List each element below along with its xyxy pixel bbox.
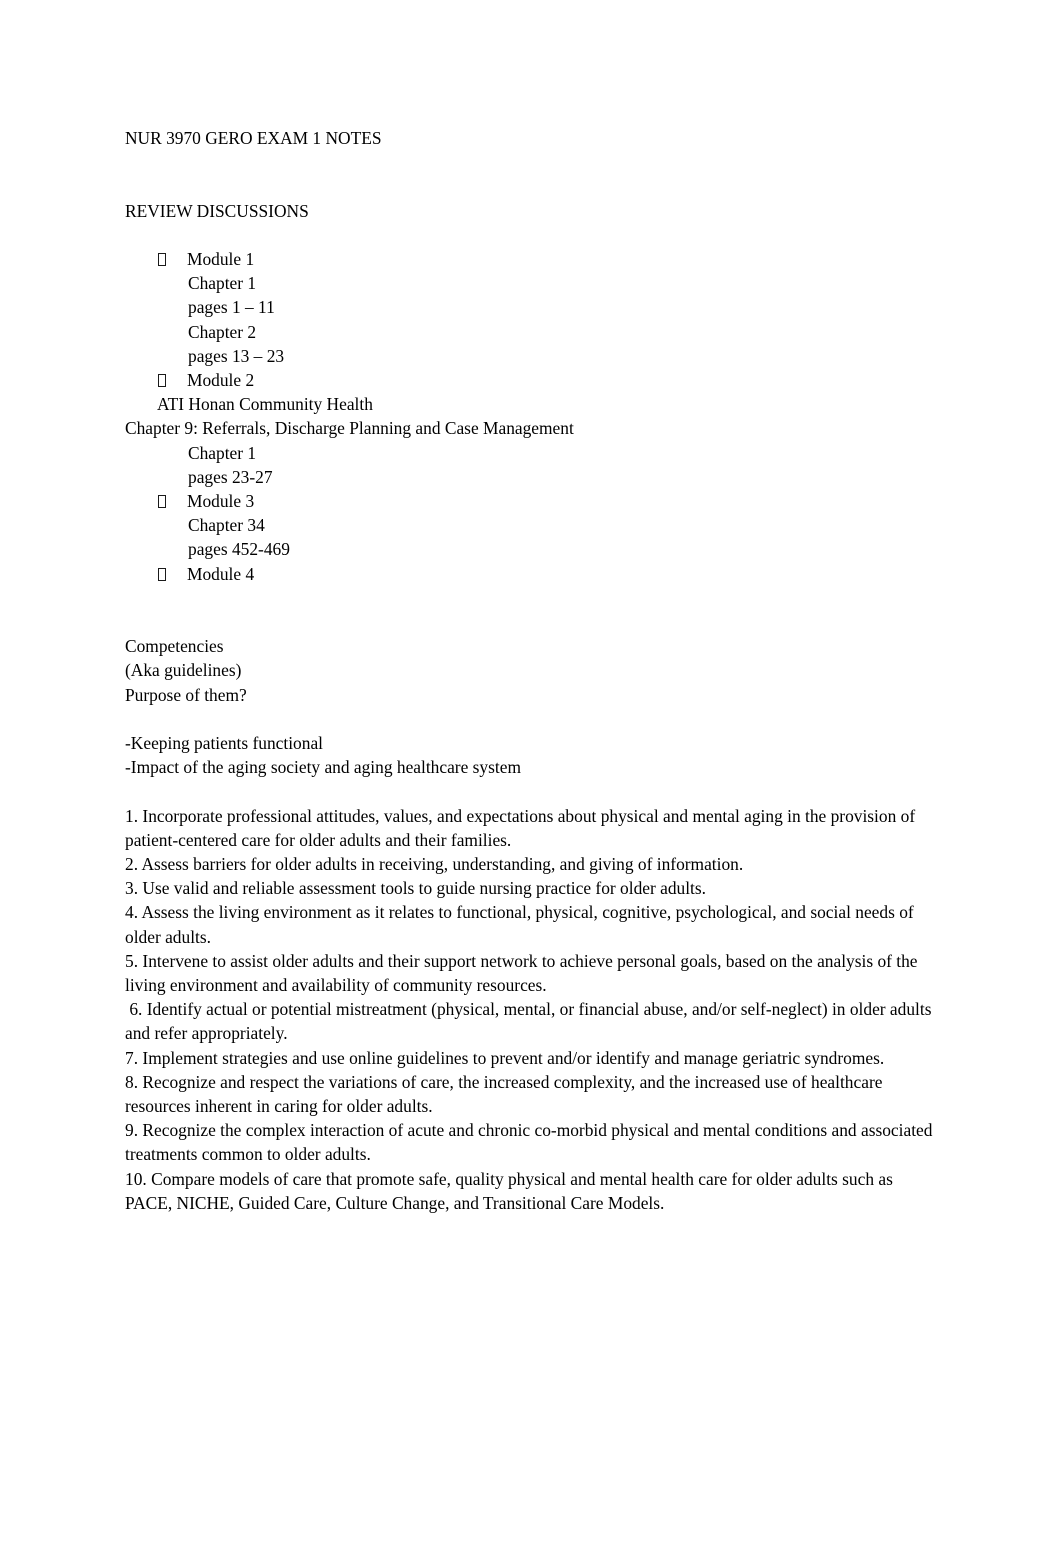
competency-text: Recognize and respect the variations of …: [125, 1071, 887, 1117]
bullet-box-icon: [158, 373, 166, 387]
competency-number: 7.: [125, 1047, 139, 1068]
list-item-module-1: Module 1: [125, 247, 940, 271]
list-item-sub: Chapter 34: [188, 515, 265, 536]
bullet-box-icon: [158, 252, 166, 266]
competency-item: 6. Identify actual or potential mistreat…: [125, 997, 940, 1045]
spacer-before-competencies: [125, 586, 940, 610]
list-item-module-4: Module 4: [125, 562, 940, 586]
competency-item: 5. Intervene to assist older adults and …: [125, 949, 940, 997]
competency-number: 4.: [125, 902, 139, 923]
list-item-sub: pages 452-469: [188, 539, 290, 560]
competencies-aka: (Aka guidelines): [125, 660, 242, 681]
spacer-before-numbered-list: [125, 779, 940, 803]
competency-number: 3.: [125, 878, 139, 899]
competencies-purpose-question: Purpose of them?: [125, 684, 247, 705]
list-item-sub: Chapter 2: [188, 321, 257, 342]
competency-item: 3. Use valid and reliable assessment too…: [125, 876, 940, 900]
competency-text: Implement strategies and use online guid…: [142, 1047, 885, 1068]
competency-text: Assess barriers for older adults in rece…: [141, 853, 744, 874]
spacer-after-heading: [125, 223, 940, 247]
purpose-point: -Impact of the aging society and aging h…: [125, 757, 521, 778]
bullet-box-icon: [158, 567, 166, 581]
competency-number: 6.: [125, 999, 143, 1020]
competency-number: 8.: [125, 1071, 139, 1092]
spacer-after-title-2: [125, 174, 940, 198]
competency-text: Compare models of care that promote safe…: [125, 1168, 898, 1213]
list-item-module-3: Module 3: [125, 489, 940, 513]
module-label: Module 2: [187, 369, 255, 390]
page-title: NUR 3970 GERO EXAM 1 NOTES: [125, 128, 382, 148]
competencies-heading: Competencies: [125, 636, 224, 657]
document-body: NUR 3970 GERO EXAM 1 NOTES REVIEW DISCUS…: [125, 126, 940, 1215]
section-heading-review-discussions: REVIEW DISCUSSIONS: [125, 200, 309, 221]
competency-number: 2.: [125, 853, 139, 874]
competency-text: Recognize the complex interaction of acu…: [125, 1120, 937, 1165]
competency-text: Identify actual or potential mistreatmen…: [125, 999, 936, 1044]
purpose-point: -Keeping patients functional: [125, 732, 323, 753]
competency-number: 5.: [125, 950, 139, 971]
module-label: Module 1: [187, 248, 255, 269]
bullet-box-icon: [158, 495, 166, 508]
competency-text: Intervene to assist older adults and the…: [125, 950, 922, 995]
ati-honan-line: ATI Honan Community Health: [157, 394, 373, 415]
spacer-after-title: [125, 150, 940, 174]
spacer-before-purpose-points: [125, 707, 940, 731]
competency-item: 2. Assess barriers for older adults in r…: [125, 852, 940, 876]
list-item-sub: pages 13 – 23: [188, 345, 285, 366]
competency-number: 1.: [125, 805, 139, 826]
list-item-module-2: Module 2: [125, 368, 940, 392]
list-item-sub: pages 23-27: [188, 466, 273, 487]
competency-item: 1. Incorporate professional attitudes, v…: [125, 804, 940, 852]
competency-item: 7. Implement strategies and use online g…: [125, 1046, 940, 1070]
module-label: Module 4: [187, 563, 255, 584]
spacer-before-competencies-2: [125, 610, 940, 634]
competency-text: Assess the living environment as it rela…: [125, 902, 919, 947]
competency-item: 8. Recognize and respect the variations …: [125, 1070, 940, 1118]
competency-number: 10.: [125, 1168, 147, 1189]
competency-text: Use valid and reliable assessment tools …: [142, 878, 707, 899]
chapter-9-line: Chapter 9: Referrals, Discharge Planning…: [125, 418, 574, 439]
competency-number: 9.: [125, 1120, 139, 1141]
competency-item: 4. Assess the living environment as it r…: [125, 900, 940, 948]
list-item-sub: Chapter 1: [188, 442, 257, 463]
list-item-sub: pages 1 – 11: [188, 297, 275, 318]
competency-item: 10. Compare models of care that promote …: [125, 1167, 940, 1215]
document-page: NUR 3970 GERO EXAM 1 NOTES REVIEW DISCUS…: [0, 0, 1062, 1561]
list-item-sub: Chapter 1: [188, 273, 257, 294]
competency-text: Incorporate professional attitudes, valu…: [125, 805, 920, 850]
module-label: Module 3: [187, 491, 255, 511]
competency-item: 9. Recognize the complex interaction of …: [125, 1118, 940, 1166]
